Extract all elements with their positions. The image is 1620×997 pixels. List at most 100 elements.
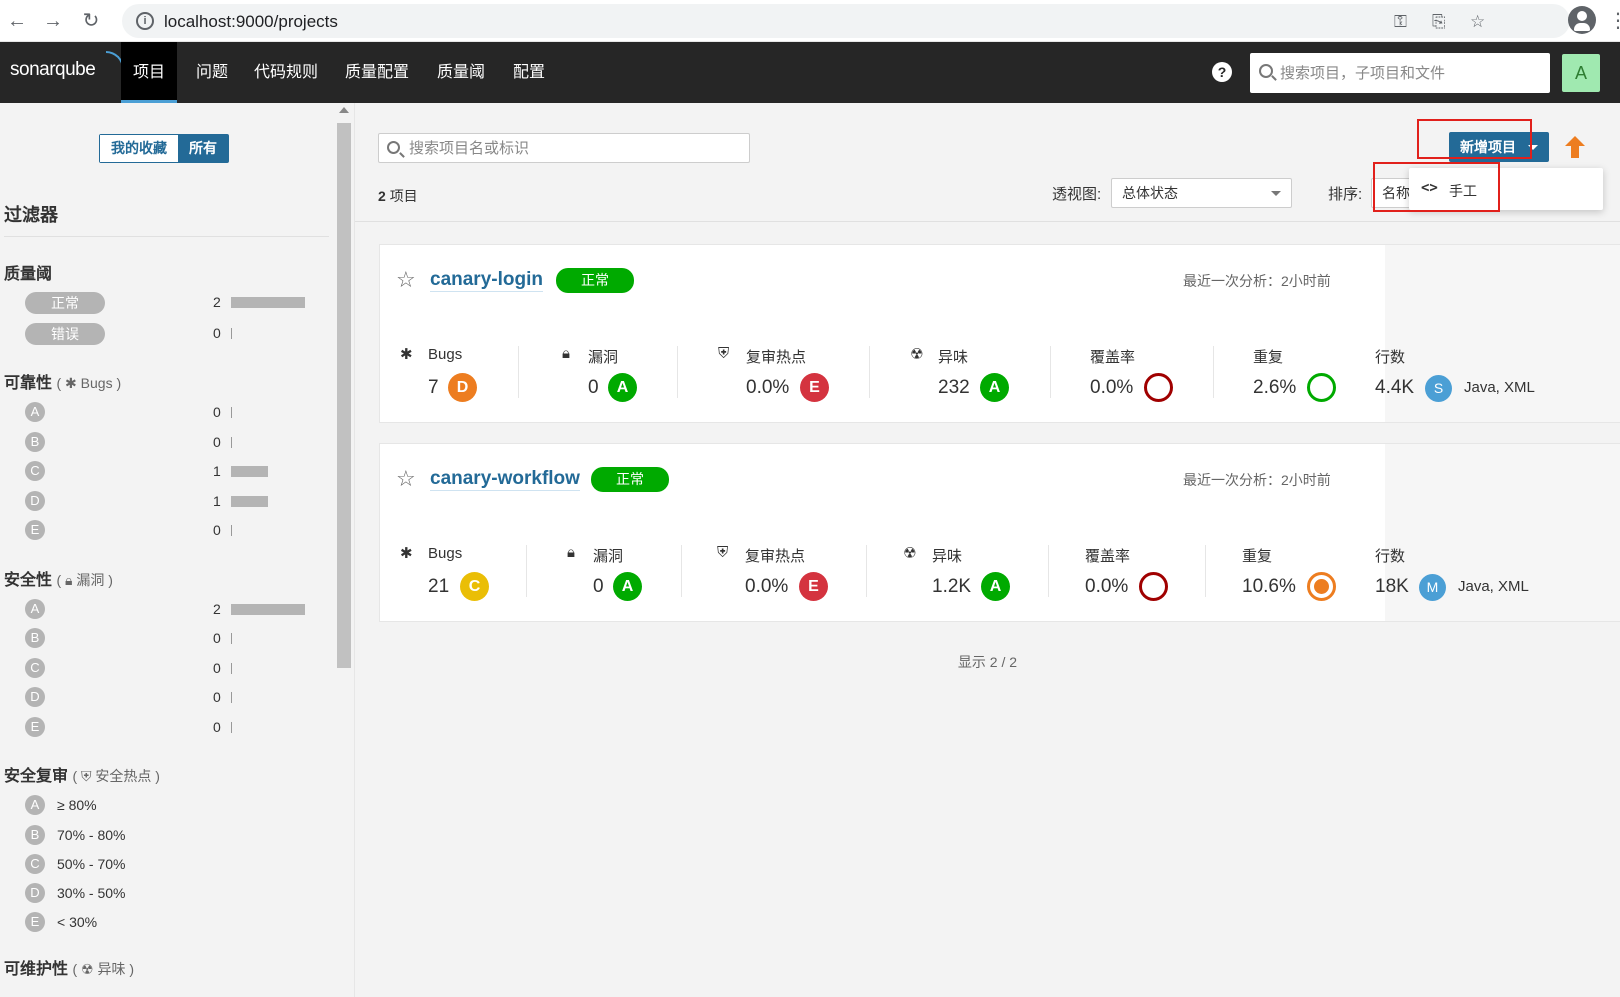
all-toggle-option[interactable]: 所有	[178, 135, 228, 162]
site-info-icon[interactable]: i	[136, 12, 154, 30]
help-icon[interactable]: ?	[1212, 62, 1232, 82]
facet-qg-failed[interactable]: 错误	[25, 323, 105, 345]
security-review-rating[interactable]: E	[800, 373, 829, 402]
facet-title-text: 可维护性	[4, 961, 69, 978]
coverage-value[interactable]: 0.0%	[1085, 576, 1128, 598]
facet-rating-c[interactable]: C	[25, 461, 45, 481]
metric-separator	[681, 545, 682, 597]
facet-qg-passed[interactable]: 正常	[25, 292, 105, 314]
coverage-ring-icon	[1144, 373, 1173, 402]
browser-menu-icon[interactable]: ⋮	[1608, 8, 1620, 33]
duplications-value[interactable]: 2.6%	[1253, 377, 1296, 399]
forward-button[interactable]: →	[40, 8, 66, 34]
bugs-value[interactable]: 7	[428, 377, 439, 399]
translate-icon[interactable]: ⎘	[1432, 12, 1446, 32]
facet-rating-a[interactable]: A	[25, 402, 45, 422]
facet-rating-d[interactable]: D	[25, 883, 45, 903]
global-search[interactable]	[1250, 53, 1550, 93]
scroll-up-arrow-icon[interactable]	[339, 107, 349, 113]
reload-button[interactable]: ↻	[78, 8, 104, 34]
project-name-link[interactable]: canary-workflow	[430, 468, 580, 491]
favorites-toggle-option[interactable]: 我的收藏	[100, 135, 178, 162]
facet-count: 0	[213, 689, 221, 705]
facet-bar	[231, 604, 305, 615]
security-review-rating[interactable]: E	[799, 572, 828, 601]
perspective-select[interactable]: 总体状态	[1111, 178, 1292, 208]
hotspots-value[interactable]: 0.0%	[746, 377, 789, 399]
code-smells-value[interactable]: 232	[938, 377, 970, 399]
browser-toolbar: ← → ↻ i localhost:9000/projects ⚿ ⎘ ☆ ⋮	[0, 0, 1620, 42]
facet-range-label: 70% - 80%	[57, 827, 126, 843]
new-project-button[interactable]: 新增项目	[1449, 132, 1549, 162]
facet-bar-empty	[231, 722, 232, 733]
reliability-rating[interactable]: D	[448, 373, 477, 402]
quality-gate-badge: 正常	[591, 467, 669, 492]
facet-rating-e[interactable]: E	[25, 912, 45, 932]
sonarqube-logo[interactable]: sonarqube	[10, 51, 124, 81]
nav-administration[interactable]: 配置	[501, 42, 557, 103]
sidebar-scrollbar[interactable]	[335, 103, 353, 997]
facet-bar	[231, 496, 268, 507]
smell-icon: ☢	[910, 346, 924, 363]
address-bar[interactable]: i localhost:9000/projects ⚿ ⎘ ☆	[122, 4, 1570, 38]
manual-create-item[interactable]: <> 手工	[1409, 168, 1603, 210]
code-icon: <>	[1421, 180, 1438, 196]
coverage-label: 覆盖率	[1085, 548, 1131, 565]
nav-projects[interactable]: 项目	[121, 42, 178, 103]
facet-rating-d[interactable]: D	[25, 687, 45, 707]
code-smells-value[interactable]: 1.2K	[932, 576, 971, 598]
url-text[interactable]: localhost:9000/projects	[164, 12, 338, 32]
key-icon[interactable]: ⚿	[1394, 12, 1407, 32]
hotspots-value[interactable]: 0.0%	[745, 576, 788, 598]
nav-issues[interactable]: 问题	[184, 42, 240, 103]
metric-separator	[1213, 346, 1214, 398]
shield-icon: ⛨	[718, 345, 730, 362]
back-button[interactable]: ←	[4, 8, 30, 34]
favorite-star-icon[interactable]: ☆	[396, 267, 416, 293]
bugs-value[interactable]: 21	[428, 576, 449, 598]
sort-value: 名称	[1382, 185, 1410, 201]
facet-rating-a[interactable]: A	[25, 599, 45, 619]
metric-separator	[1050, 346, 1051, 398]
coverage-value[interactable]: 0.0%	[1090, 377, 1133, 399]
maintainability-rating[interactable]: A	[980, 373, 1009, 402]
caret-down-icon	[1528, 145, 1538, 150]
nav-quality-gates[interactable]: 质量阈	[425, 42, 497, 103]
project-name-link[interactable]: canary-login	[430, 269, 543, 292]
vulnerabilities-value[interactable]: 0	[593, 576, 604, 598]
facet-rating-b[interactable]: B	[25, 432, 45, 452]
facet-rating-a[interactable]: A	[25, 795, 45, 815]
facet-rating-b[interactable]: B	[25, 628, 45, 648]
profile-icon[interactable]	[1568, 6, 1596, 34]
security-rating[interactable]: A	[613, 572, 642, 601]
maintainability-rating[interactable]: A	[981, 572, 1010, 601]
favorite-star-icon[interactable]: ☆	[396, 466, 416, 492]
quality-gate-facet-title: 质量阈	[4, 266, 53, 283]
facet-rating-c[interactable]: C	[25, 854, 45, 874]
reliability-rating[interactable]: C	[460, 572, 489, 601]
facet-rating-e[interactable]: E	[25, 717, 45, 737]
facet-rating-e[interactable]: E	[25, 520, 45, 540]
duplications-value[interactable]: 10.6%	[1242, 576, 1296, 598]
global-search-input[interactable]	[1280, 59, 1540, 87]
facet-rating-b[interactable]: B	[25, 825, 45, 845]
facet-bar-empty	[231, 692, 232, 703]
logo-text: sonarqube	[10, 59, 96, 80]
reliability-facet-title: 可靠性 ( ✱ Bugs )	[4, 369, 121, 393]
facet-subtitle: ( 🔒︎ 漏洞 )	[56, 572, 113, 588]
nav-rules[interactable]: 代码规则	[242, 42, 330, 103]
project-search[interactable]	[378, 133, 750, 163]
vulnerabilities-value[interactable]: 0	[588, 377, 599, 399]
bookmark-star-icon[interactable]: ☆	[1470, 12, 1485, 32]
facet-count: 0	[213, 660, 221, 676]
scrollbar-thumb[interactable]	[337, 123, 351, 668]
facet-title-text: 安全性	[4, 572, 53, 589]
security-rating[interactable]: A	[608, 373, 637, 402]
facet-range-label: 30% - 50%	[57, 885, 126, 901]
facet-rating-d[interactable]: D	[25, 491, 45, 511]
project-search-input[interactable]	[409, 137, 739, 159]
facet-rating-c[interactable]: C	[25, 658, 45, 678]
nav-quality-profiles[interactable]: 质量配置	[333, 42, 421, 103]
user-avatar[interactable]: A	[1562, 54, 1600, 92]
bugs-label: Bugs	[428, 346, 463, 363]
